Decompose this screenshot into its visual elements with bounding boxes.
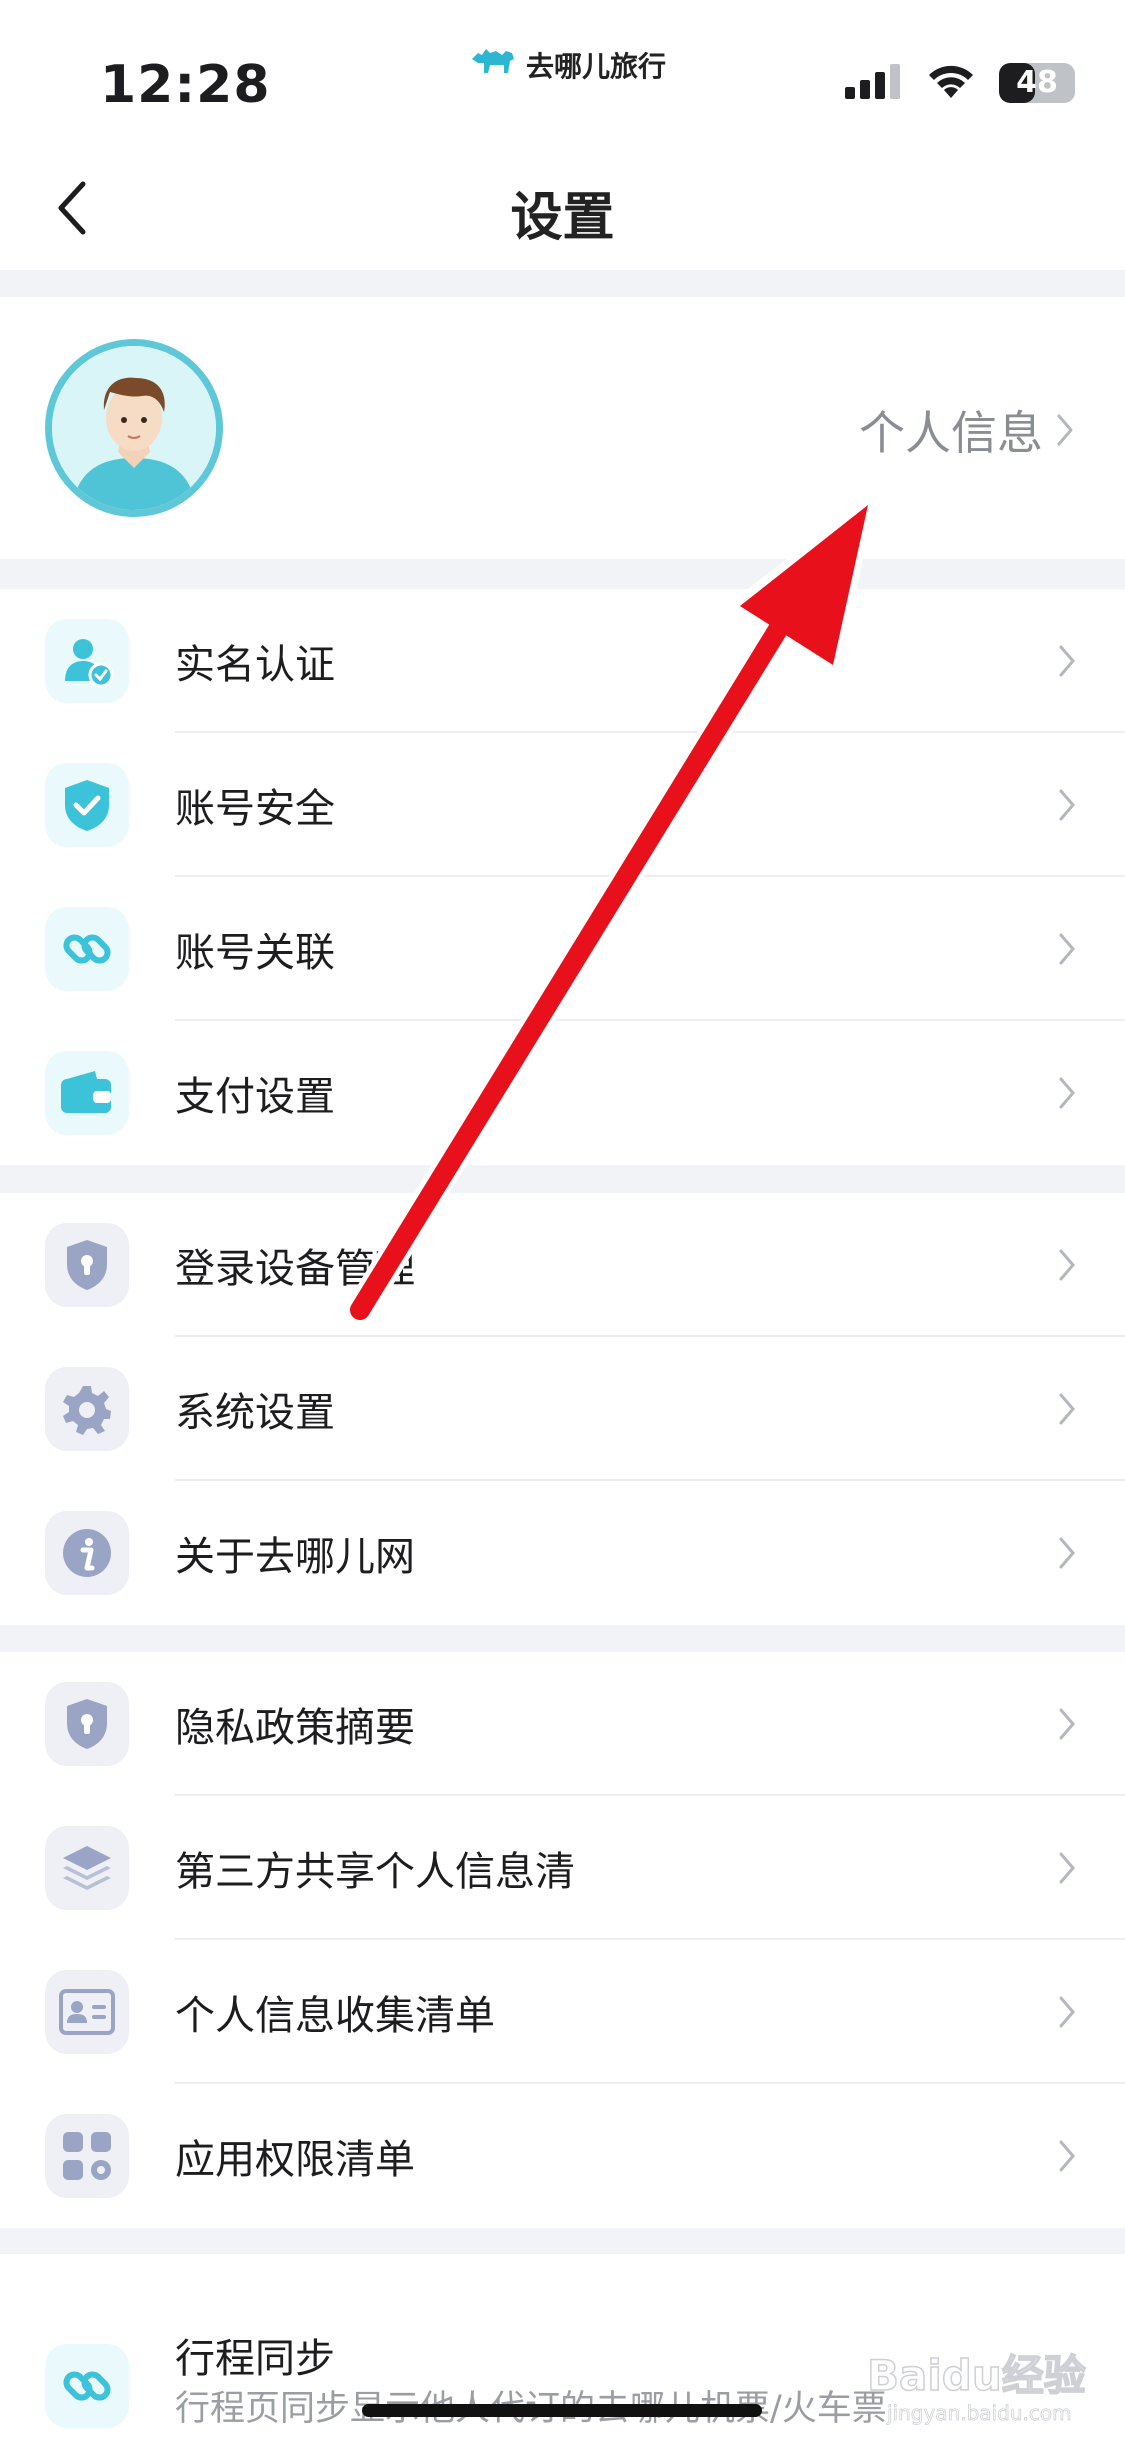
trip-sync-title: 行程同步: [175, 2336, 335, 2382]
link-icon: [45, 2344, 129, 2428]
avatar[interactable]: [45, 339, 223, 517]
camel-logo-icon: [470, 45, 518, 85]
page-title: 设置: [510, 188, 615, 248]
settings-row-third-party[interactable]: 第三方共享个人信息清: [0, 1796, 1125, 1940]
settings-row-account-security[interactable]: 账号安全: [0, 733, 1125, 877]
status-time: 12:28: [100, 55, 271, 115]
baidu-paw-logo-icon: Baidu经验 jingyan.baidu.com: [866, 2323, 1086, 2425]
settings-row-system[interactable]: 系统设置: [0, 1337, 1125, 1481]
user-verified-icon: [45, 619, 129, 703]
settings-group-account: 实名认证 账号安全 账号关联 支付设置: [0, 589, 1125, 1165]
settings-row-privacy-summary[interactable]: 隐私政策摘要: [0, 1652, 1125, 1796]
chevron-right-icon: [1059, 1996, 1075, 2028]
settings-group-privacy: 隐私政策摘要 第三方共享个人信息清 个人信息收集清单 应用权限清单: [0, 1652, 1125, 2228]
chevron-right-icon: [1059, 1852, 1075, 1884]
brand-banner: 去哪儿旅行: [470, 45, 666, 85]
watermark-text: Baidu经验: [867, 2351, 1086, 2400]
settings-row-payment[interactable]: 支付设置: [0, 1021, 1125, 1165]
brand-name: 去哪儿旅行: [526, 50, 667, 83]
settings-row-label: 系统设置: [175, 1390, 335, 1436]
chevron-right-icon: [1059, 1708, 1075, 1740]
settings-row-info-collection[interactable]: 个人信息收集清单: [0, 1940, 1125, 2084]
wallet-icon: [45, 1051, 129, 1135]
baidu-watermark: Baidu经验 jingyan.baidu.com: [857, 2318, 1089, 2428]
id-card-icon: [45, 1970, 129, 2054]
avatar-image: [52, 346, 216, 510]
chevron-right-icon: [1059, 1393, 1075, 1425]
lock-shield-icon: [45, 1682, 129, 1766]
settings-row-login-devices[interactable]: 登录设备管理: [0, 1193, 1125, 1337]
chevron-right-icon: [1059, 645, 1075, 677]
settings-row-real-name[interactable]: 实名认证: [0, 589, 1125, 733]
settings-row-account-link[interactable]: 账号关联: [0, 877, 1125, 1021]
watermark-subtext: jingyan.baidu.com: [886, 2401, 1072, 2425]
battery-icon: 48: [999, 63, 1075, 103]
chevron-right-icon: [1059, 1077, 1075, 1109]
layers-icon: [45, 1826, 129, 1910]
chevron-right-icon: [1059, 933, 1075, 965]
settings-row-label: 支付设置: [175, 1074, 335, 1120]
settings-row-label: 实名认证: [175, 642, 335, 688]
chevron-right-icon: [1059, 2140, 1075, 2172]
link-icon: [45, 907, 129, 991]
chevron-right-icon: [1059, 789, 1075, 821]
info-icon: [45, 1511, 129, 1595]
status-bar: 12:28 去哪儿旅行 48: [0, 0, 1125, 145]
settings-row-label: 第三方共享个人信息清: [175, 1849, 575, 1895]
settings-row-label: 账号关联: [175, 930, 335, 976]
home-indicator[interactable]: [362, 2404, 762, 2417]
settings-row-label: 关于去哪儿网: [175, 1534, 415, 1580]
personal-info-label: 个人信息: [859, 406, 1043, 460]
chevron-right-icon: [1057, 414, 1073, 446]
shield-check-icon: [45, 763, 129, 847]
lock-shield-icon: [45, 1223, 129, 1307]
settings-row-label: 账号安全: [175, 786, 335, 832]
chevron-right-icon: [1059, 1537, 1075, 1569]
gear-icon: [45, 1367, 129, 1451]
settings-row-app-permissions[interactable]: 应用权限清单: [0, 2084, 1125, 2228]
personal-info-link[interactable]: 个人信息: [859, 397, 1075, 463]
apps-icon: [45, 2114, 129, 2198]
navigation-bar: 设置: [0, 145, 1125, 270]
settings-row-label: 个人信息收集清单: [175, 1993, 495, 2039]
person-avatar-icon: [52, 346, 216, 510]
wifi-icon: [925, 62, 977, 104]
settings-group-system: 登录设备管理 系统设置 关于去哪儿网: [0, 1193, 1125, 1625]
cellular-signal-icon: [845, 63, 903, 103]
settings-row-label: 登录设备管理: [175, 1246, 415, 1292]
status-icons: 48: [845, 62, 1075, 104]
chevron-right-icon: [1059, 1249, 1075, 1281]
settings-row-about[interactable]: 关于去哪儿网: [0, 1481, 1125, 1625]
settings-row-label: 隐私政策摘要: [175, 1705, 415, 1751]
profile-card[interactable]: 个人信息: [0, 297, 1125, 559]
battery-percent: 48: [1016, 65, 1058, 100]
settings-row-label: 应用权限清单: [175, 2137, 415, 2183]
